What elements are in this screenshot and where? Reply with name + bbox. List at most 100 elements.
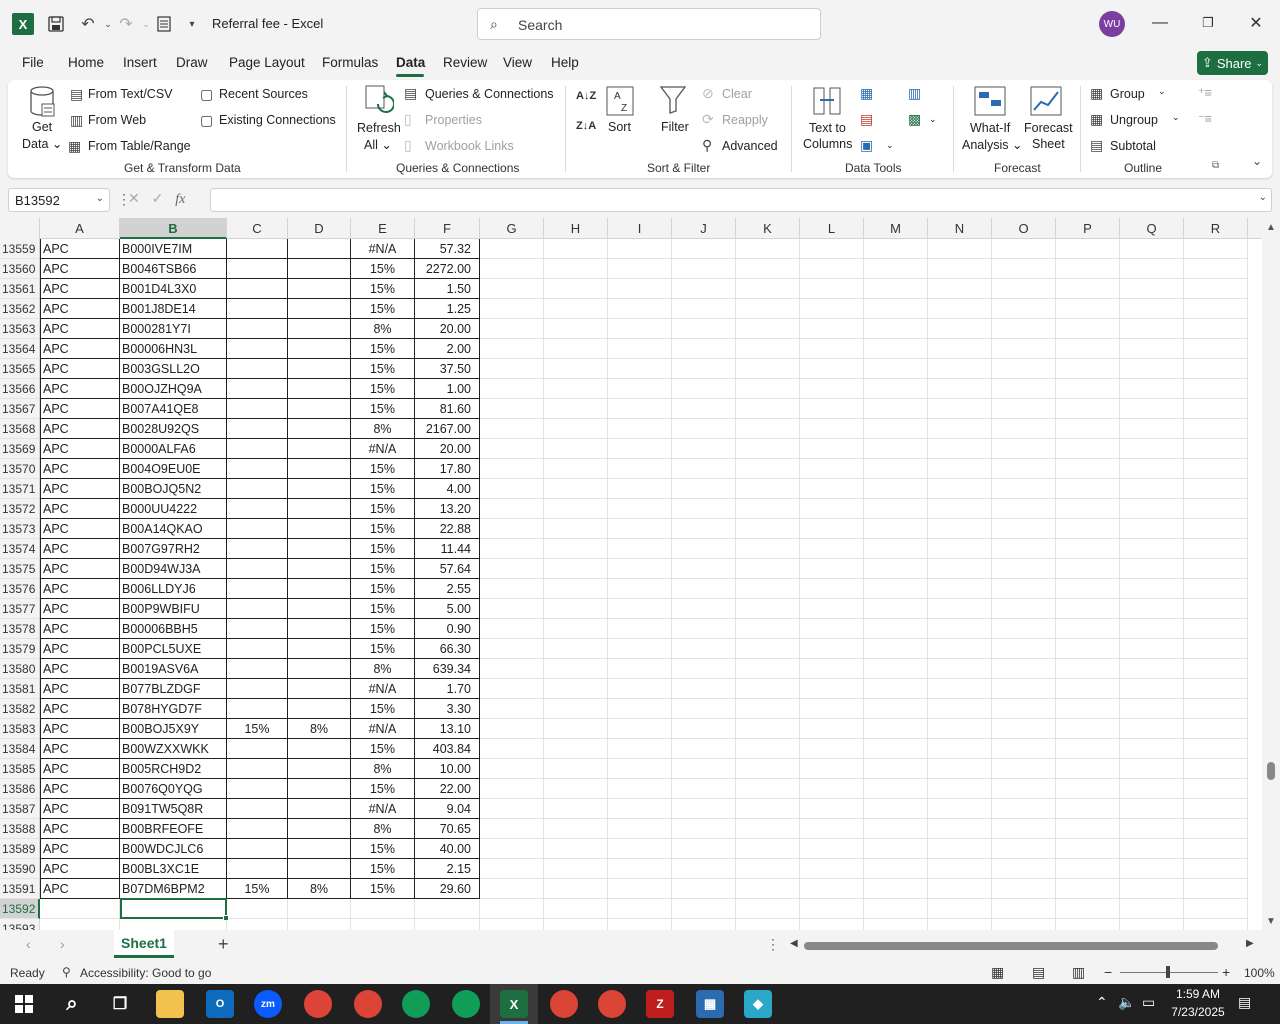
empty-cell[interactable] bbox=[672, 759, 736, 779]
empty-cell[interactable] bbox=[864, 559, 928, 579]
empty-cell[interactable] bbox=[608, 819, 672, 839]
empty-cell[interactable] bbox=[544, 419, 608, 439]
sheet-tab-sheet1[interactable]: Sheet1 bbox=[114, 930, 174, 958]
cell-b[interactable]: B00006HN3L bbox=[120, 339, 227, 359]
row-header[interactable]: 13586 bbox=[0, 779, 40, 799]
chevron-down-icon[interactable]: ⌄ bbox=[1158, 86, 1166, 97]
empty-cell[interactable] bbox=[864, 399, 928, 419]
empty-cell[interactable] bbox=[608, 659, 672, 679]
column-header-c[interactable]: C bbox=[227, 218, 288, 239]
cell-e[interactable]: 15% bbox=[351, 339, 415, 359]
empty-cell[interactable] bbox=[480, 419, 544, 439]
cell-e[interactable] bbox=[351, 919, 415, 930]
cell-a[interactable]: APC bbox=[40, 559, 120, 579]
empty-cell[interactable] bbox=[928, 579, 992, 599]
cell-c[interactable] bbox=[227, 579, 288, 599]
empty-cell[interactable] bbox=[736, 719, 800, 739]
row-header[interactable]: 13573 bbox=[0, 519, 40, 539]
cell-c[interactable] bbox=[227, 639, 288, 659]
empty-cell[interactable] bbox=[736, 479, 800, 499]
cell-e[interactable]: 15% bbox=[351, 739, 415, 759]
filter-button[interactable]: Filter bbox=[661, 120, 689, 134]
chrome-icon[interactable] bbox=[304, 990, 332, 1018]
row-header[interactable]: 13564 bbox=[0, 339, 40, 359]
cell-a[interactable]: APC bbox=[40, 379, 120, 399]
empty-cell[interactable] bbox=[480, 819, 544, 839]
cell-d[interactable] bbox=[288, 619, 351, 639]
cell-f[interactable]: 20.00 bbox=[415, 439, 480, 459]
empty-cell[interactable] bbox=[480, 619, 544, 639]
empty-cell[interactable] bbox=[1184, 879, 1248, 899]
empty-cell[interactable] bbox=[544, 279, 608, 299]
empty-cell[interactable] bbox=[800, 519, 864, 539]
empty-cell[interactable] bbox=[928, 419, 992, 439]
save-icon[interactable] bbox=[44, 12, 68, 36]
empty-cell[interactable] bbox=[1184, 599, 1248, 619]
cell-b[interactable]: B006LLDYJ6 bbox=[120, 579, 227, 599]
empty-cell[interactable] bbox=[928, 439, 992, 459]
empty-cell[interactable] bbox=[608, 699, 672, 719]
empty-cell[interactable] bbox=[608, 379, 672, 399]
empty-cell[interactable] bbox=[992, 879, 1056, 899]
zoom-in-icon[interactable]: + bbox=[1222, 964, 1230, 980]
cell-e[interactable]: 8% bbox=[351, 759, 415, 779]
cell-f[interactable]: 5.00 bbox=[415, 599, 480, 619]
vertical-scrollbar[interactable]: ▲ ▼ bbox=[1262, 218, 1280, 930]
empty-cell[interactable] bbox=[928, 339, 992, 359]
empty-cell[interactable] bbox=[1120, 419, 1184, 439]
cell-f[interactable]: 66.30 bbox=[415, 639, 480, 659]
menu-draw[interactable]: Draw bbox=[176, 55, 208, 70]
cell-f[interactable]: 70.65 bbox=[415, 819, 480, 839]
fill-handle[interactable] bbox=[223, 915, 229, 921]
empty-cell[interactable] bbox=[1184, 559, 1248, 579]
empty-cell[interactable] bbox=[800, 739, 864, 759]
cell-d[interactable] bbox=[288, 259, 351, 279]
column-header-d[interactable]: D bbox=[288, 218, 351, 239]
outlook-icon[interactable]: O bbox=[206, 990, 234, 1018]
empty-cell[interactable] bbox=[480, 519, 544, 539]
cell-e[interactable]: 15% bbox=[351, 299, 415, 319]
empty-cell[interactable] bbox=[992, 719, 1056, 739]
row-header[interactable]: 13565 bbox=[0, 359, 40, 379]
from-table-range-button[interactable]: From Table/Range bbox=[88, 139, 191, 153]
empty-cell[interactable] bbox=[736, 299, 800, 319]
empty-cell[interactable] bbox=[544, 639, 608, 659]
empty-cell[interactable] bbox=[1184, 359, 1248, 379]
cell-c[interactable] bbox=[227, 239, 288, 259]
cell-d[interactable]: 8% bbox=[288, 719, 351, 739]
workbook-links-button[interactable]: Workbook Links bbox=[425, 139, 514, 153]
cell-a[interactable]: APC bbox=[40, 699, 120, 719]
empty-cell[interactable] bbox=[1120, 719, 1184, 739]
empty-cell[interactable] bbox=[480, 439, 544, 459]
cell-f[interactable]: 639.34 bbox=[415, 659, 480, 679]
row-header[interactable]: 13570 bbox=[0, 459, 40, 479]
cell-b[interactable] bbox=[120, 919, 227, 930]
empty-cell[interactable] bbox=[608, 879, 672, 899]
cell-f[interactable]: 2.55 bbox=[415, 579, 480, 599]
cell-c[interactable] bbox=[227, 359, 288, 379]
empty-cell[interactable] bbox=[800, 319, 864, 339]
empty-cell[interactable] bbox=[864, 279, 928, 299]
empty-cell[interactable] bbox=[736, 519, 800, 539]
empty-cell[interactable] bbox=[800, 299, 864, 319]
cell-f[interactable]: 13.10 bbox=[415, 719, 480, 739]
empty-cell[interactable] bbox=[800, 799, 864, 819]
name-box[interactable]: B13592 ⌄ bbox=[8, 188, 110, 212]
cell-e[interactable]: 8% bbox=[351, 419, 415, 439]
empty-cell[interactable] bbox=[544, 379, 608, 399]
empty-cell[interactable] bbox=[992, 619, 1056, 639]
empty-cell[interactable] bbox=[1120, 499, 1184, 519]
empty-cell[interactable] bbox=[544, 839, 608, 859]
row-header[interactable]: 13589 bbox=[0, 839, 40, 859]
scroll-up-icon[interactable]: ▲ bbox=[1266, 222, 1276, 233]
cell-a[interactable] bbox=[40, 919, 120, 930]
empty-cell[interactable] bbox=[608, 519, 672, 539]
empty-cell[interactable] bbox=[1184, 259, 1248, 279]
empty-cell[interactable] bbox=[672, 239, 736, 259]
empty-cell[interactable] bbox=[736, 599, 800, 619]
row-header[interactable]: 13584 bbox=[0, 739, 40, 759]
row-header[interactable]: 13581 bbox=[0, 679, 40, 699]
empty-cell[interactable] bbox=[672, 379, 736, 399]
empty-cell[interactable] bbox=[736, 639, 800, 659]
empty-cell[interactable] bbox=[544, 919, 608, 930]
